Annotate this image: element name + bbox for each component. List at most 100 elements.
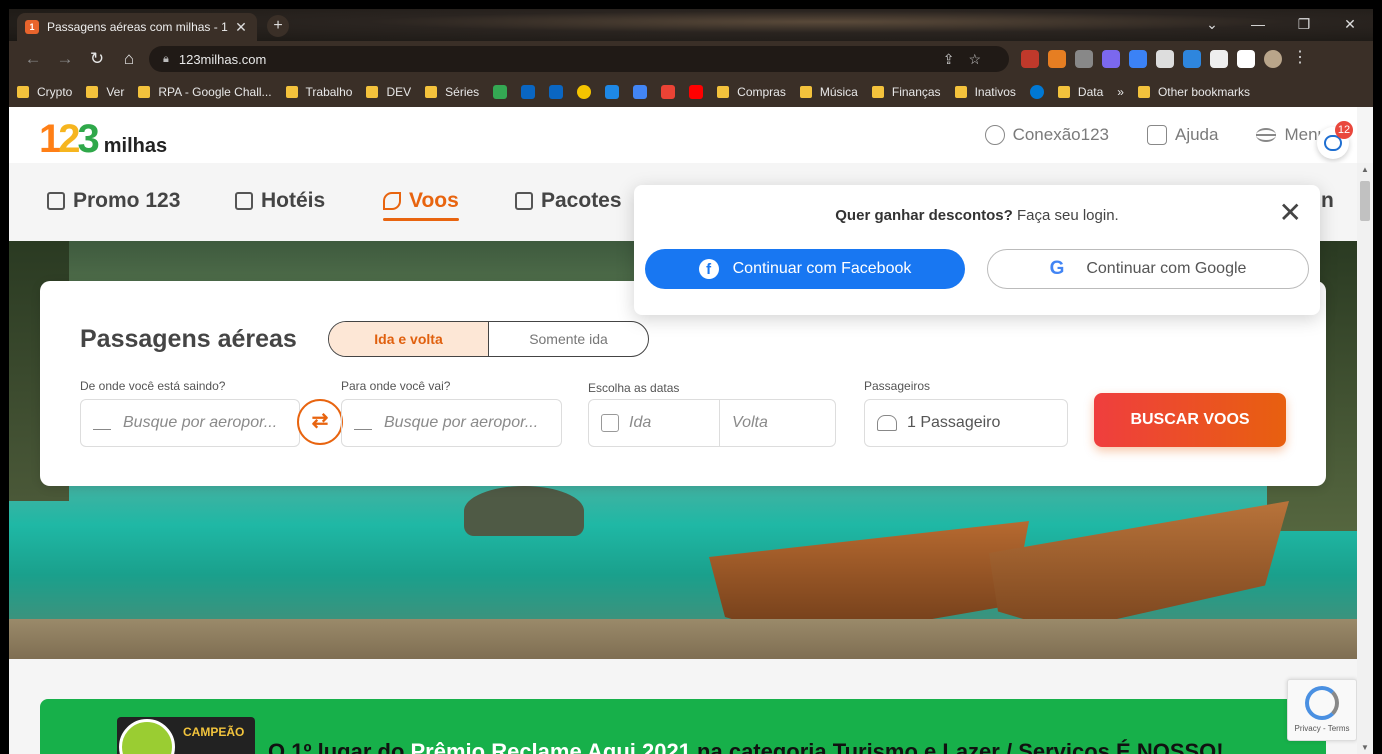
lock-icon: 🔒︎ [163, 52, 169, 65]
bookmark-folder[interactable]: Ver [86, 85, 124, 99]
extension-icon[interactable] [1102, 50, 1120, 68]
back-icon[interactable]: ← [17, 49, 49, 69]
facebook-icon: f [698, 259, 719, 279]
bookmark-folder[interactable]: Música [799, 85, 858, 99]
other-bookmarks[interactable]: Other bookmarks [1137, 85, 1251, 99]
bookmarks-bar: Crypto Ver RPA - Google Chall... Trabalh… [9, 77, 1373, 107]
return-date-input[interactable]: Volta [720, 400, 780, 446]
page-scrollbar[interactable]: ▲ ▼ [1357, 163, 1373, 754]
bookmark-folder[interactable]: Finanças [871, 85, 941, 99]
nav-label: n [1321, 189, 1334, 212]
nav-item-partial[interactable]: n [1321, 189, 1334, 213]
trello-icon[interactable] [605, 85, 620, 99]
scrollbar-thumb[interactable] [1360, 181, 1370, 221]
puzzle-icon[interactable] [1210, 50, 1228, 68]
reload-icon[interactable]: ↻ [81, 49, 113, 69]
bookmark-folder[interactable]: Crypto [17, 85, 72, 99]
nav-label: Promo 123 [73, 189, 181, 212]
bookmark-label: Inativos [974, 85, 1016, 99]
close-popup-icon[interactable]: ✕ [1279, 199, 1302, 227]
longtail-boat [989, 501, 1289, 631]
search-flights-button[interactable]: BUSCAR VOOS [1094, 393, 1286, 447]
onedrive-icon[interactable] [1029, 85, 1044, 99]
login-message-rest: Faça seu login. [1012, 207, 1119, 224]
folder-icon [717, 86, 730, 98]
window-controls: ⌄ — ❐ ✕ [1189, 9, 1373, 41]
share-star-icons[interactable]: ⇪☆ [943, 51, 995, 68]
youtube-icon[interactable] [689, 85, 704, 99]
overflow-label: » [1117, 85, 1124, 99]
bookmark-label: Other bookmarks [1157, 85, 1251, 99]
trip-oneway-option[interactable]: Somente ida [489, 322, 648, 356]
facebook-login-button[interactable]: f Continuar com Facebook [645, 249, 965, 289]
mascot-icon [119, 719, 175, 754]
bookmark-icon[interactable] [577, 85, 592, 99]
calendar-icon [47, 192, 65, 210]
conexao123-link[interactable]: Conexão123 [984, 125, 1109, 145]
trip-roundtrip-option[interactable]: Ida e volta [329, 322, 489, 356]
depart-date-input[interactable]: Ida [589, 400, 720, 446]
folder-icon [425, 86, 438, 98]
bookmark-folder[interactable]: RPA - Google Chall... [138, 85, 272, 99]
bookmark-folder[interactable]: Séries [425, 85, 479, 99]
extension-icon[interactable] [1183, 50, 1201, 68]
browser-tab[interactable]: 1 Passagens aéreas com milhas - 1 ✕ [17, 13, 257, 41]
dates-label: Escolha as datas [588, 381, 680, 395]
linkedin-icon[interactable] [549, 85, 564, 99]
forward-icon[interactable]: → [49, 49, 81, 69]
logo-text: milhas [103, 135, 168, 157]
ajuda-link[interactable]: Ajuda [1146, 125, 1218, 145]
ublock-extension-icon[interactable] [1021, 50, 1039, 68]
site-logo[interactable]: 1 2 3 milhas [39, 117, 167, 162]
passengers-label: Passageiros [864, 379, 931, 393]
new-tab-button[interactable]: + [267, 15, 289, 37]
nav-hoteis[interactable]: Hotéis [235, 189, 325, 213]
home-icon[interactable]: ⌂ [113, 49, 145, 69]
google-drive-icon[interactable] [493, 85, 508, 99]
logo-digit: 2 [58, 117, 80, 161]
destination-input[interactable]: Busque por aeropor... [341, 399, 562, 447]
maximize-button[interactable]: ❐ [1281, 9, 1327, 41]
avatar[interactable] [1264, 50, 1282, 68]
sidepanel-icon[interactable] [1237, 50, 1255, 68]
kebab-menu-icon[interactable]: ⋮ [1291, 50, 1309, 68]
passengers-value: 1 Passageiro [907, 414, 1001, 431]
extension-icon[interactable] [1075, 50, 1093, 68]
gmail-icon[interactable] [661, 85, 676, 99]
origin-input[interactable]: Busque por aeropor... [80, 399, 300, 447]
origin-label: De onde você está saindo? [80, 379, 226, 393]
close-window-button[interactable]: ✕ [1327, 9, 1373, 41]
chat-widget-button[interactable]: 12 [1317, 121, 1353, 159]
outlook-icon[interactable] [521, 85, 536, 99]
tab-search-icon[interactable]: ⌄ [1189, 9, 1235, 41]
bookmark-folder[interactable]: Data [1057, 85, 1103, 99]
bookmarks-overflow[interactable]: » [1117, 85, 1124, 99]
folder-icon [285, 86, 298, 98]
address-bar[interactable]: 🔒︎ 123milhas.com ⇪☆ [149, 46, 1009, 72]
bookmark-folder[interactable]: Trabalho [285, 85, 352, 99]
scroll-down-icon[interactable]: ▼ [1361, 743, 1369, 752]
bookmark-folder[interactable]: Compras [717, 85, 786, 99]
recaptcha-badge[interactable]: Privacy - Terms [1287, 679, 1357, 741]
google-login-button[interactable]: G Continuar com Google [987, 249, 1309, 289]
swap-airports-button[interactable]: ⇄ [297, 399, 343, 445]
bookmark-folder[interactable]: DEV [366, 85, 411, 99]
nav-promo123[interactable]: Promo 123 [47, 189, 180, 213]
extension-icon[interactable] [1129, 50, 1147, 68]
bookmark-folder[interactable]: Inativos [954, 85, 1016, 99]
folder-icon [86, 86, 99, 98]
calendar-icon [601, 414, 619, 432]
nav-pacotes[interactable]: Pacotes [515, 189, 622, 213]
extension-icon[interactable] [1156, 50, 1174, 68]
google-label: Continuar com Google [1086, 260, 1247, 277]
scroll-up-icon[interactable]: ▲ [1361, 165, 1369, 174]
close-tab-icon[interactable]: ✕ [233, 19, 249, 36]
minimize-button[interactable]: — [1235, 9, 1281, 41]
bookmark-label: Compras [737, 85, 786, 99]
translate-icon[interactable] [633, 85, 648, 99]
passengers-select[interactable]: 1 Passageiro [864, 399, 1068, 447]
seal-label: CAMPEÃO [183, 725, 245, 739]
nav-voos[interactable]: Voos [383, 189, 459, 221]
header-links: Conexão123 Ajuda Menu [984, 125, 1327, 145]
metamask-extension-icon[interactable] [1048, 50, 1066, 68]
